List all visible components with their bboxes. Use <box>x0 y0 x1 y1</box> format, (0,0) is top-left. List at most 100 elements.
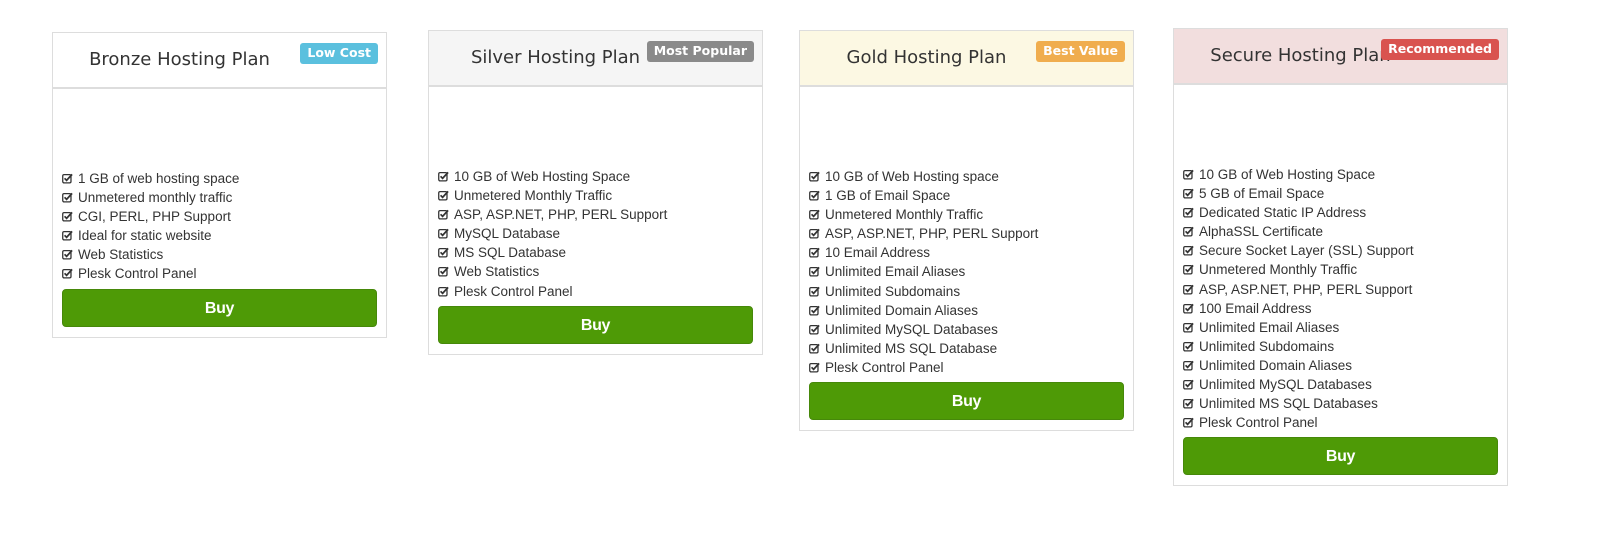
check-square-icon <box>809 359 820 373</box>
feature-item: 10 GB of Web Hosting Space <box>1183 165 1498 184</box>
check-square-icon <box>62 189 73 203</box>
plan-header: Bronze Hosting Plan Low Cost <box>53 33 386 89</box>
feature-item: 5 GB of Email Space <box>1183 184 1498 203</box>
plan-card-silver: Silver Hosting Plan Most Popular 10 GB o… <box>428 30 763 355</box>
check-square-icon <box>438 263 449 278</box>
feature-item: Unlimited MS SQL Databases <box>1183 394 1498 413</box>
check-square-icon <box>1183 204 1194 218</box>
plan-badge: Recommended <box>1381 39 1499 60</box>
check-square-icon <box>438 168 449 182</box>
check-square-icon <box>1183 166 1194 180</box>
feature-text: Plesk Control Panel <box>78 266 197 282</box>
buy-button[interactable]: Buy <box>438 305 753 344</box>
feature-text: 10 Email Address <box>825 245 931 261</box>
feature-text: Unlimited Domain Aliases <box>1199 357 1353 373</box>
feature-item: AlphaSSL Certificate <box>1183 222 1498 241</box>
check-square-icon <box>809 302 820 316</box>
check-square-icon <box>62 170 73 184</box>
feature-item: Dedicated Static IP Address <box>1183 203 1498 222</box>
feature-item: Unmetered monthly traffic <box>62 188 377 207</box>
feature-text: Unlimited Email Aliases <box>825 264 966 280</box>
feature-item: 10 Email Address <box>809 243 1124 262</box>
plan-badge: Most Popular <box>646 41 754 62</box>
plan-card-bronze: Bronze Hosting Plan Low Cost 1 GB of web… <box>52 32 387 338</box>
feature-text: Plesk Control Panel <box>454 283 573 299</box>
feature-item: Unmetered Monthly Traffic <box>438 186 753 205</box>
feature-item: Web Statistics <box>62 245 377 264</box>
feature-list: 1 GB of web hosting space Unmetered month… <box>62 169 377 284</box>
check-square-icon <box>1183 395 1194 409</box>
feature-list: 10 GB of Web Hosting Space 5 GB of Email … <box>1183 165 1498 432</box>
feature-item: Ideal for static website <box>62 226 377 245</box>
feature-text: MS SQL Database <box>454 245 567 261</box>
check-square-icon <box>1183 376 1194 390</box>
feature-text: ASP, ASP.NET, PHP, PERL Support <box>454 207 668 223</box>
feature-item: Unlimited Subdomains <box>1183 337 1498 356</box>
feature-item: Web Statistics <box>438 262 753 281</box>
check-square-icon <box>62 265 73 280</box>
check-square-icon <box>1183 242 1194 256</box>
check-square-icon <box>809 340 820 354</box>
feature-text: Unmetered Monthly Traffic <box>454 188 613 204</box>
feature-item: 100 Email Address <box>1183 299 1498 318</box>
buy-button[interactable]: Buy <box>809 382 1124 421</box>
feature-text: Ideal for static website <box>78 228 212 244</box>
feature-text: Plesk Control Panel <box>1199 415 1318 431</box>
feature-item: Unlimited Domain Aliases <box>809 301 1124 320</box>
feature-text: Unmetered Monthly Traffic <box>1199 262 1358 278</box>
plan-card-secure: Secure Hosting Plan Recommended 10 GB of… <box>1173 28 1508 487</box>
check-square-icon <box>438 187 449 201</box>
feature-text: Web Statistics <box>78 247 164 263</box>
check-square-icon <box>809 321 820 335</box>
plan-header: Silver Hosting Plan Most Popular <box>429 31 762 87</box>
check-square-icon <box>1183 300 1194 314</box>
check-square-icon <box>809 263 820 278</box>
feature-item: ASP, ASP.NET, PHP, PERL Support <box>1183 280 1498 299</box>
feature-item: 1 GB of web hosting space <box>62 169 377 188</box>
check-square-icon <box>809 225 820 239</box>
feature-text: Secure Socket Layer (SSL) Support <box>1199 243 1414 259</box>
feature-item: Unlimited Email Aliases <box>809 262 1124 281</box>
check-square-icon <box>809 244 820 258</box>
feature-item: Unlimited Subdomains <box>809 282 1124 301</box>
buy-button[interactable]: Buy <box>1183 437 1498 476</box>
feature-text: 100 Email Address <box>1199 300 1312 316</box>
feature-text: 5 GB of Email Space <box>1199 186 1325 202</box>
feature-text: Unlimited Subdomains <box>1199 338 1335 354</box>
feature-text: ASP, ASP.NET, PHP, PERL Support <box>1199 281 1413 297</box>
check-square-icon <box>62 208 73 222</box>
feature-item: Unmetered Monthly Traffic <box>809 205 1124 224</box>
plan-card-gold: Gold Hosting Plan Best Value 10 GB of We… <box>799 30 1134 432</box>
check-square-icon <box>438 283 449 297</box>
feature-text: Dedicated Static IP Address <box>1199 205 1367 221</box>
feature-item: MS SQL Database <box>438 243 753 262</box>
feature-item: Unlimited MySQL Databases <box>809 320 1124 339</box>
feature-text: 10 GB of Web Hosting space <box>825 169 999 184</box>
feature-text: 10 GB of Web Hosting Space <box>454 169 631 184</box>
feature-list: 10 GB of Web Hosting space 1 GB of Email … <box>809 167 1124 377</box>
feature-item: Plesk Control Panel <box>1183 413 1498 432</box>
feature-item: Unlimited MS SQL Database <box>809 339 1124 358</box>
feature-text: Unlimited MySQL Databases <box>1199 377 1372 393</box>
feature-item: 10 GB of Web Hosting space <box>809 167 1124 186</box>
check-square-icon <box>62 246 73 260</box>
plan-badge: Low Cost <box>300 43 378 64</box>
feature-text: 1 GB of web hosting space <box>78 171 240 186</box>
feature-text: Web Statistics <box>454 264 540 280</box>
check-square-icon <box>809 283 820 297</box>
feature-text: Unmetered monthly traffic <box>78 190 233 206</box>
check-square-icon <box>1183 261 1194 276</box>
check-square-icon <box>438 225 449 239</box>
check-square-icon <box>1183 319 1194 333</box>
check-square-icon <box>1183 185 1194 199</box>
feature-item: ASP, ASP.NET, PHP, PERL Support <box>438 205 753 224</box>
check-square-icon <box>1183 357 1194 371</box>
feature-text: Unmetered Monthly Traffic <box>825 207 984 223</box>
feature-text: Unlimited Email Aliases <box>1199 319 1340 335</box>
feature-text: Unlimited Domain Aliases <box>825 302 979 318</box>
plan-badge: Best Value <box>1036 41 1125 62</box>
feature-item: 10 GB of Web Hosting Space <box>438 167 753 186</box>
feature-item: CGI, PERL, PHP Support <box>62 207 377 226</box>
feature-item: Secure Socket Layer (SSL) Support <box>1183 241 1498 260</box>
buy-button[interactable]: Buy <box>62 288 377 327</box>
